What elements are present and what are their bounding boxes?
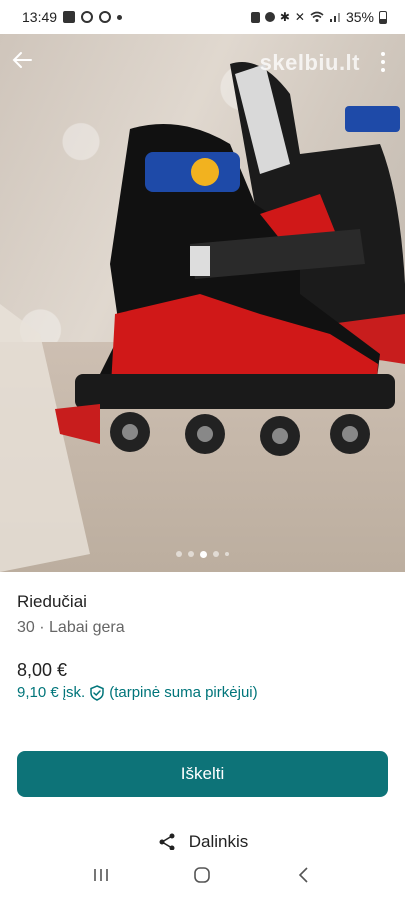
recent-apps-icon: [94, 869, 108, 881]
price-incl-note: (tarpinė suma pirkėjui): [109, 684, 258, 701]
chevron-left-icon: [299, 867, 308, 883]
pager-dot[interactable]: [176, 551, 182, 557]
pager-dot[interactable]: [188, 551, 194, 557]
shield-check-icon: [90, 684, 104, 701]
bluetooth-icon: ✱: [279, 10, 290, 24]
mute-icon: ✕: [294, 10, 305, 24]
gallery-notification-icon: [63, 11, 76, 23]
signal-icon: [329, 13, 340, 22]
listing-subtitle: 30 · Labai gera: [17, 619, 125, 636]
price-including-fee[interactable]: 9,10 € įsk. (tarpinė suma pirkėjui): [17, 684, 258, 701]
battery-percent: 35%: [345, 9, 374, 25]
photo-pager: [0, 551, 405, 558]
listing-price: 8,00 €: [17, 660, 68, 680]
promote-button[interactable]: Iškelti: [17, 751, 388, 797]
share-icon: [159, 833, 175, 851]
arrow-left-icon: [12, 52, 32, 68]
listing-photo[interactable]: skelbiu.lt: [0, 34, 405, 572]
dot: [381, 68, 385, 72]
more-options-button[interactable]: [369, 46, 397, 78]
share-label: Dalinkis: [188, 832, 249, 851]
messenger-notification-icon: [81, 11, 94, 23]
home-icon: [194, 867, 211, 883]
recent-apps-button[interactable]: [81, 860, 121, 890]
system-nav-bar: [0, 850, 405, 900]
inline-skates-photo: [0, 62, 405, 572]
price-incl-label: įsk.: [62, 684, 86, 701]
pager-dot[interactable]: [213, 551, 219, 557]
more-notifications-icon: [117, 14, 123, 20]
back-button[interactable]: [6, 44, 38, 76]
facebook-notification-icon: [99, 11, 112, 23]
dot: [381, 52, 385, 56]
share-button[interactable]: Dalinkis: [0, 832, 405, 852]
status-right: ✱ ✕ 35%: [250, 9, 387, 25]
listing-title: Riedučiai: [17, 592, 87, 611]
home-button[interactable]: [182, 860, 222, 890]
status-bar: 13:49 ✱ ✕ 35%: [0, 0, 405, 34]
status-time: 13:49: [22, 9, 58, 25]
watermark: skelbiu.lt: [259, 50, 360, 75]
price-incl-amount: 9,10 €: [17, 684, 59, 701]
battery-icon: [379, 10, 387, 24]
system-back-button[interactable]: [284, 860, 324, 890]
status-left: 13:49: [22, 9, 123, 25]
pager-dot-active[interactable]: [200, 551, 207, 558]
alarm-icon: [264, 12, 275, 22]
wifi-icon: [310, 11, 324, 22]
pager-dot[interactable]: [225, 552, 229, 556]
sim-icon: [250, 11, 260, 23]
dot: [381, 60, 385, 64]
